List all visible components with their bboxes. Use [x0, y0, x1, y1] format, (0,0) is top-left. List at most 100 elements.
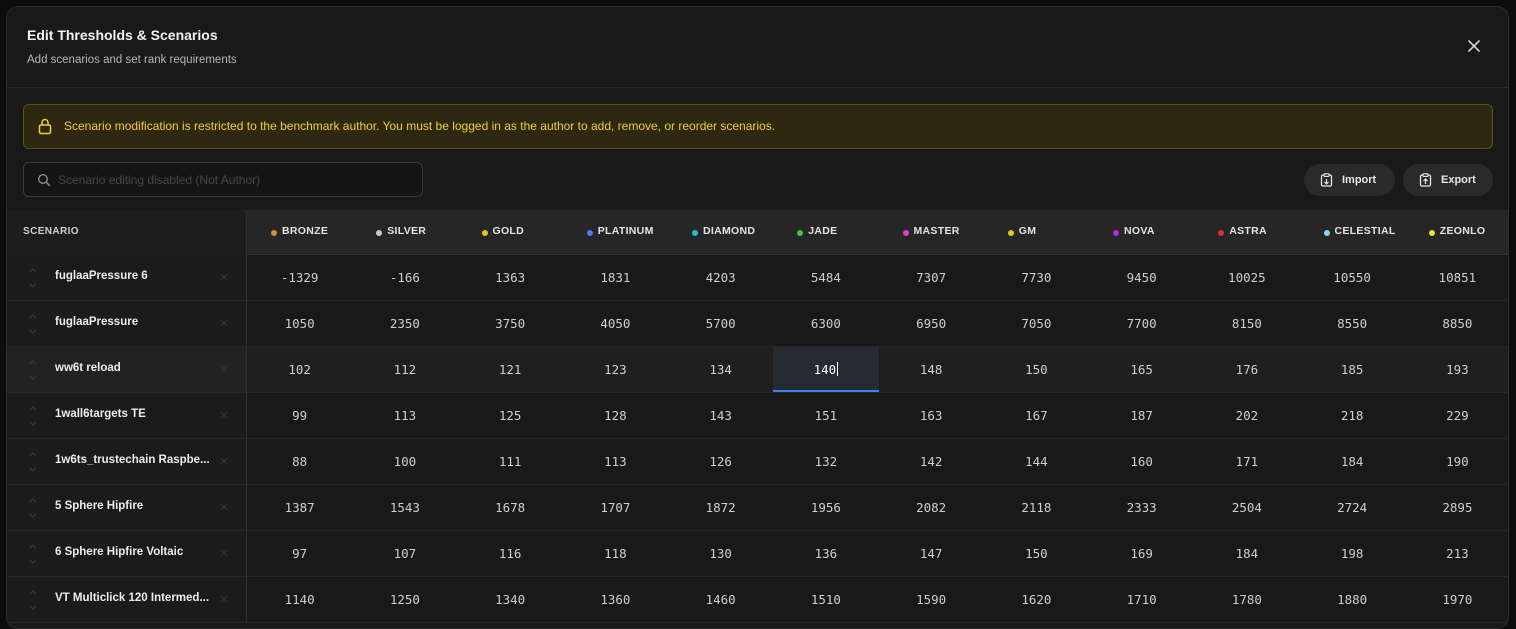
threshold-input-jade[interactable]: 151: [773, 393, 878, 438]
close-icon[interactable]: [1466, 38, 1482, 54]
threshold-input-platinum[interactable]: 123: [563, 347, 668, 392]
threshold-input-gold[interactable]: 125: [458, 393, 563, 438]
threshold-input-master[interactable]: 163: [879, 393, 984, 438]
threshold-input-diamond[interactable]: 5700: [668, 301, 773, 346]
drag-handle-icon[interactable]: [29, 267, 37, 289]
threshold-input-gm[interactable]: 2118: [984, 485, 1089, 530]
threshold-input-gm[interactable]: 150: [984, 347, 1089, 392]
threshold-input-platinum[interactable]: 1707: [563, 485, 668, 530]
threshold-input-astra[interactable]: 171: [1194, 439, 1299, 484]
threshold-input-zeonlo[interactable]: 213: [1405, 531, 1508, 576]
threshold-input-celestial[interactable]: 2724: [1300, 485, 1405, 530]
threshold-input-silver[interactable]: 100: [352, 439, 457, 484]
remove-scenario-icon[interactable]: [220, 411, 228, 419]
threshold-input-platinum[interactable]: 113: [563, 439, 668, 484]
threshold-input-bronze[interactable]: 97: [247, 531, 352, 576]
threshold-input-platinum[interactable]: 1360: [563, 577, 668, 622]
threshold-input-bronze[interactable]: 102: [247, 347, 352, 392]
threshold-input-gold[interactable]: 116: [458, 531, 563, 576]
threshold-input-gold[interactable]: 121: [458, 347, 563, 392]
threshold-input-jade[interactable]: 6300: [773, 301, 878, 346]
drag-handle-icon[interactable]: [29, 313, 37, 335]
import-button[interactable]: Import: [1304, 164, 1395, 196]
threshold-input-silver[interactable]: 1543: [352, 485, 457, 530]
threshold-input-jade[interactable]: 1510: [773, 577, 878, 622]
threshold-input-astra[interactable]: 2504: [1194, 485, 1299, 530]
threshold-input-astra[interactable]: 176: [1194, 347, 1299, 392]
threshold-input-zeonlo[interactable]: 8850: [1405, 301, 1508, 346]
threshold-input-celestial[interactable]: 1880: [1300, 577, 1405, 622]
threshold-input-nova[interactable]: 2333: [1089, 485, 1194, 530]
threshold-input-zeonlo[interactable]: 229: [1405, 393, 1508, 438]
threshold-input-platinum[interactable]: 1831: [563, 255, 668, 300]
threshold-input-jade[interactable]: 5484: [773, 255, 878, 300]
threshold-input-platinum[interactable]: 128: [563, 393, 668, 438]
remove-scenario-icon[interactable]: [220, 319, 228, 327]
threshold-input-celestial[interactable]: 10550: [1300, 255, 1405, 300]
threshold-input-diamond[interactable]: 1460: [668, 577, 773, 622]
threshold-input-bronze[interactable]: 1050: [247, 301, 352, 346]
threshold-input-celestial[interactable]: 198: [1300, 531, 1405, 576]
threshold-input-silver[interactable]: 107: [352, 531, 457, 576]
threshold-input-master[interactable]: 147: [879, 531, 984, 576]
threshold-input-gm[interactable]: 167: [984, 393, 1089, 438]
threshold-input-silver[interactable]: 113: [352, 393, 457, 438]
threshold-input-zeonlo[interactable]: 190: [1405, 439, 1508, 484]
threshold-input-bronze[interactable]: 99: [247, 393, 352, 438]
threshold-input-nova[interactable]: 187: [1089, 393, 1194, 438]
threshold-input-diamond[interactable]: 1872: [668, 485, 773, 530]
threshold-input-gm[interactable]: 150: [984, 531, 1089, 576]
threshold-input-celestial[interactable]: 218: [1300, 393, 1405, 438]
threshold-input-diamond[interactable]: 4203: [668, 255, 773, 300]
threshold-input-nova[interactable]: 7700: [1089, 301, 1194, 346]
threshold-input-jade[interactable]: 1956: [773, 485, 878, 530]
threshold-input-master[interactable]: 6950: [879, 301, 984, 346]
threshold-input-master[interactable]: 148: [879, 347, 984, 392]
drag-handle-icon[interactable]: [29, 497, 37, 519]
threshold-input-celestial[interactable]: 8550: [1300, 301, 1405, 346]
threshold-input-silver[interactable]: 112: [352, 347, 457, 392]
remove-scenario-icon[interactable]: [220, 273, 228, 281]
threshold-input-zeonlo[interactable]: 10851: [1405, 255, 1508, 300]
threshold-input-bronze[interactable]: 1140: [247, 577, 352, 622]
threshold-input-gold[interactable]: 111: [458, 439, 563, 484]
threshold-input-jade[interactable]: 140: [773, 347, 879, 392]
threshold-input-silver[interactable]: 1250: [352, 577, 457, 622]
threshold-input-gold[interactable]: 1678: [458, 485, 563, 530]
threshold-input-celestial[interactable]: 184: [1300, 439, 1405, 484]
threshold-input-gm[interactable]: 7730: [984, 255, 1089, 300]
threshold-input-bronze[interactable]: 1387: [247, 485, 352, 530]
threshold-input-nova[interactable]: 9450: [1089, 255, 1194, 300]
threshold-input-nova[interactable]: 169: [1089, 531, 1194, 576]
threshold-input-master[interactable]: 142: [879, 439, 984, 484]
threshold-input-zeonlo[interactable]: 1970: [1405, 577, 1508, 622]
threshold-input-diamond[interactable]: 134: [668, 347, 773, 392]
threshold-input-master[interactable]: 7307: [879, 255, 984, 300]
threshold-input-master[interactable]: 2082: [879, 485, 984, 530]
threshold-input-astra[interactable]: 1780: [1194, 577, 1299, 622]
threshold-input-nova[interactable]: 1710: [1089, 577, 1194, 622]
threshold-input-astra[interactable]: 184: [1194, 531, 1299, 576]
threshold-input-gm[interactable]: 7050: [984, 301, 1089, 346]
threshold-input-silver[interactable]: -166: [352, 255, 457, 300]
remove-scenario-icon[interactable]: [220, 595, 228, 603]
threshold-input-platinum[interactable]: 118: [563, 531, 668, 576]
threshold-input-diamond[interactable]: 126: [668, 439, 773, 484]
threshold-input-gold[interactable]: 1363: [458, 255, 563, 300]
export-button[interactable]: Export: [1403, 164, 1493, 196]
threshold-input-bronze[interactable]: 88: [247, 439, 352, 484]
threshold-input-gm[interactable]: 1620: [984, 577, 1089, 622]
threshold-input-gold[interactable]: 3750: [458, 301, 563, 346]
threshold-input-nova[interactable]: 165: [1089, 347, 1194, 392]
threshold-input-jade[interactable]: 136: [773, 531, 878, 576]
threshold-input-silver[interactable]: 2350: [352, 301, 457, 346]
drag-handle-icon[interactable]: [29, 589, 37, 611]
remove-scenario-icon[interactable]: [220, 549, 228, 557]
threshold-input-platinum[interactable]: 4050: [563, 301, 668, 346]
threshold-input-astra[interactable]: 10025: [1194, 255, 1299, 300]
remove-scenario-icon[interactable]: [220, 503, 228, 511]
threshold-input-diamond[interactable]: 130: [668, 531, 773, 576]
drag-handle-icon[interactable]: [29, 451, 37, 473]
drag-handle-icon[interactable]: [29, 405, 37, 427]
threshold-input-gold[interactable]: 1340: [458, 577, 563, 622]
